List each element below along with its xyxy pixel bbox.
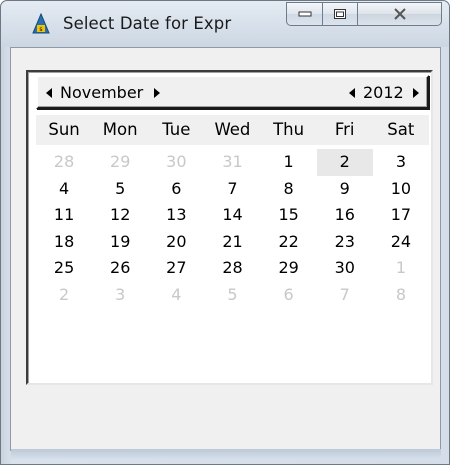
year-label[interactable]: 2012	[363, 83, 404, 102]
day-cell[interactable]: 27	[148, 255, 204, 282]
day-cell[interactable]: 4	[148, 282, 204, 309]
day-cell[interactable]: 28	[204, 255, 260, 282]
svg-text:s: s	[39, 26, 42, 33]
month-label[interactable]: November	[60, 83, 143, 102]
minimize-button[interactable]	[286, 2, 323, 26]
day-cell[interactable]: 16	[317, 202, 373, 229]
maximize-icon	[334, 9, 346, 19]
day-cell[interactable]: 10	[373, 176, 429, 203]
weekday-label: Fri	[334, 120, 355, 139]
day-cell[interactable]: 3	[373, 149, 429, 176]
day-cell[interactable]: 13	[148, 202, 204, 229]
day-cell[interactable]: 17	[373, 202, 429, 229]
day-cell[interactable]: 5	[204, 282, 260, 309]
day-cell[interactable]: 23	[317, 229, 373, 256]
day-cell[interactable]: 18	[36, 229, 92, 256]
day-cell[interactable]: 9	[317, 176, 373, 203]
day-cell[interactable]: 25	[36, 255, 92, 282]
day-cell[interactable]: 19	[92, 229, 148, 256]
day-cell[interactable]: 8	[261, 176, 317, 203]
day-cell[interactable]: 30	[148, 149, 204, 176]
weekday-label: Tue	[162, 120, 191, 139]
day-cell[interactable]: 31	[204, 149, 260, 176]
window-bottom-border	[11, 449, 441, 459]
weekday-label: Wed	[214, 120, 251, 139]
day-cell[interactable]: 21	[204, 229, 260, 256]
day-cell[interactable]: 29	[92, 149, 148, 176]
window-title: Select Date for Expr	[63, 14, 232, 33]
day-cell-today[interactable]: 2	[316, 149, 373, 176]
chevron-right-icon[interactable]	[154, 88, 160, 98]
close-button[interactable]	[357, 2, 442, 26]
day-cell[interactable]: 20	[148, 229, 204, 256]
day-cell[interactable]: 29	[261, 255, 317, 282]
dialog-window: s Select Date for Expr November 2012 Sun…	[0, 0, 450, 465]
day-cell[interactable]: 12	[92, 202, 148, 229]
calendar-nav-bar: November 2012	[36, 75, 429, 109]
month-calendar: November 2012 Sun Mon Tue Wed Thu Fri Sa…	[26, 70, 433, 385]
day-cell[interactable]: 7	[204, 176, 260, 203]
weekday-label: Thu	[273, 120, 305, 139]
close-icon	[393, 8, 406, 20]
day-cell[interactable]: 1	[373, 255, 429, 282]
day-cell[interactable]: 30	[317, 255, 373, 282]
day-cell[interactable]: 5	[92, 176, 148, 203]
chevron-right-icon[interactable]	[413, 88, 419, 98]
day-cell[interactable]: 22	[261, 229, 317, 256]
day-cell[interactable]: 28	[36, 149, 92, 176]
maximize-button[interactable]	[322, 2, 358, 26]
weekday-label: Sat	[387, 120, 415, 139]
day-cell[interactable]: 4	[36, 176, 92, 203]
day-cell[interactable]: 15	[261, 202, 317, 229]
weekday-header: Sun Mon Tue Wed Thu Fri Sat	[36, 115, 429, 145]
day-grid: 28 29 30 31 1 2 3 4 5 6 7 8 9 10 11 12 13 14 15 16 17 18 19 20 2…	[36, 149, 429, 308]
day-cell[interactable]: 6	[261, 282, 317, 309]
chevron-left-icon[interactable]	[349, 88, 355, 98]
day-cell[interactable]: 6	[148, 176, 204, 203]
day-cell[interactable]: 8	[373, 282, 429, 309]
day-cell[interactable]: 26	[92, 255, 148, 282]
minimize-icon	[298, 11, 311, 17]
day-cell[interactable]: 14	[204, 202, 260, 229]
chevron-left-icon[interactable]	[46, 88, 52, 98]
day-cell[interactable]: 7	[317, 282, 373, 309]
day-cell[interactable]: 11	[36, 202, 92, 229]
app-logo-icon: s	[32, 13, 50, 34]
day-cell[interactable]: 2	[36, 282, 92, 309]
day-cell[interactable]: 3	[92, 282, 148, 309]
weekday-label: Mon	[102, 120, 138, 139]
day-cell[interactable]: 1	[261, 149, 317, 176]
weekday-label: Sun	[48, 120, 80, 139]
title-bar[interactable]: s Select Date for Expr	[1, 1, 449, 47]
day-cell[interactable]: 24	[373, 229, 429, 256]
